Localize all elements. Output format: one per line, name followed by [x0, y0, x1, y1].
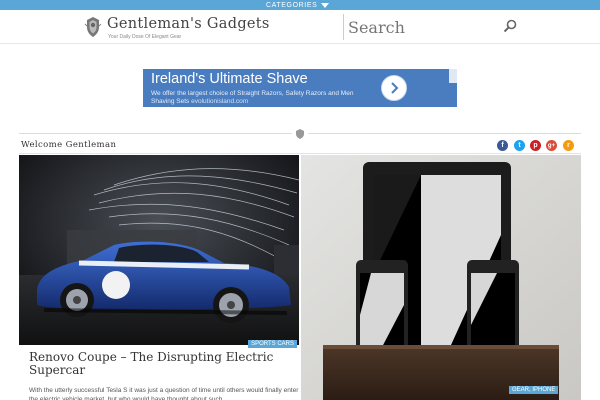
ad-text: We offer the largest choice of Straight … [151, 90, 375, 106]
post-card[interactable]: SPORTS CARS Renovo Coupe – The Disruptin… [19, 155, 299, 400]
post-card[interactable]: GEAR, IPHONE [301, 155, 581, 400]
categories-menu-button[interactable]: CATEGORIES [266, 0, 330, 10]
rss-icon[interactable]: r [563, 140, 574, 151]
search-icon[interactable] [503, 19, 517, 33]
categories-label: CATEGORIES [266, 1, 318, 9]
ad-url[interactable]: evolutionisland.com [191, 98, 248, 105]
pinterest-icon[interactable]: p [530, 140, 541, 151]
tag-iphone[interactable]: IPHONE [532, 387, 555, 393]
category-tag[interactable]: SPORTS CARS [248, 340, 297, 348]
ad-description: We offer the largest choice of Straight … [151, 90, 354, 105]
chevron-right-icon [391, 82, 399, 94]
post-title[interactable]: Renovo Coupe – The Disrupting Electric S… [29, 351, 289, 377]
facebook-icon[interactable]: f [497, 140, 508, 151]
crest-ornament-icon [292, 128, 308, 140]
tag-gear[interactable]: GEAR [512, 387, 529, 393]
twitter-icon[interactable]: t [514, 140, 525, 151]
welcome-divider [19, 153, 581, 154]
post-excerpt: With the utterly successful Tesla S it w… [29, 387, 299, 400]
search-input[interactable] [348, 15, 498, 39]
adchoices-icon[interactable] [449, 69, 457, 83]
car-photo[interactable] [19, 155, 299, 345]
ipad-dock-photo[interactable] [301, 155, 581, 400]
crest-logo-icon[interactable] [84, 16, 102, 38]
chevron-down-icon [321, 2, 330, 8]
header-divider [343, 14, 344, 40]
ad-arrow-button[interactable] [381, 75, 407, 101]
googleplus-icon[interactable]: g+ [546, 140, 557, 151]
site-tagline: Your Daily Dose Of Elegant Gear [108, 34, 182, 40]
category-tags: GEAR, IPHONE [509, 386, 559, 394]
site-title[interactable]: Gentleman's Gadgets [107, 16, 270, 32]
welcome-heading: Welcome Gentleman [21, 140, 117, 150]
site-header: Gentleman's Gadgets Your Daily Dose Of E… [0, 10, 600, 44]
ad-title[interactable]: Ireland's Ultimate Shave [151, 71, 308, 87]
ad-banner[interactable]: Ireland's Ultimate Shave We offer the la… [143, 69, 457, 107]
